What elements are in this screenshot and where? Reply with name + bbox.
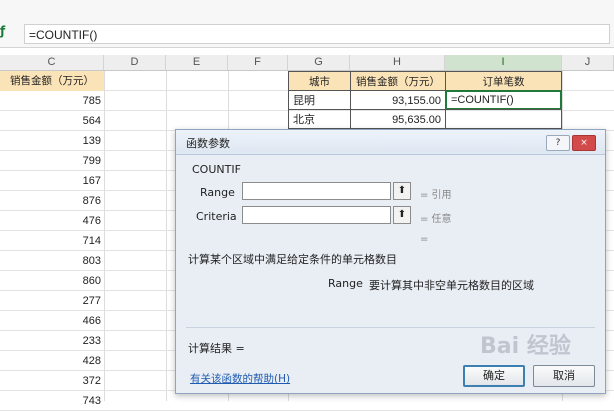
table-header-sales[interactable]: 销售金额（万元）: [350, 71, 446, 91]
criteria-input[interactable]: [242, 206, 391, 224]
range-input[interactable]: [242, 182, 391, 200]
grid-line: [104, 71, 105, 401]
arg-help-text: 要计算其中非空单元格数目的区域: [369, 279, 534, 292]
arg-label-range: Range: [200, 186, 235, 199]
function-name: COUNTIF: [192, 163, 241, 176]
column-header-c[interactable]: C: [0, 55, 104, 70]
dialog-title: 函数参数: [186, 137, 230, 150]
cell[interactable]: 139: [0, 131, 104, 151]
cell[interactable]: 860: [0, 271, 104, 291]
cell[interactable]: 714: [0, 231, 104, 251]
table-cell-city[interactable]: 北京: [288, 109, 351, 129]
column-header-f[interactable]: F: [228, 55, 288, 70]
watermark-logo: Bai 经验: [480, 334, 571, 359]
column-header-d[interactable]: D: [104, 55, 166, 70]
cell[interactable]: 799: [0, 151, 104, 171]
table-cell-city[interactable]: 昆明: [288, 90, 351, 110]
formula-input[interactable]: =COUNTIF(): [24, 24, 610, 44]
table-cell-sales[interactable]: 93,155.00: [350, 90, 446, 110]
column-header-g[interactable]: G: [288, 55, 350, 70]
cell[interactable]: 785: [0, 91, 104, 111]
arg-hint-range: = 引用: [420, 190, 452, 201]
cell[interactable]: 803: [0, 251, 104, 271]
range-picker-icon[interactable]: ⬆: [393, 182, 411, 200]
cell[interactable]: 743: [0, 391, 104, 411]
function-icon[interactable]: ƒ: [0, 24, 12, 44]
column-header-bar: C D E F G H I J: [0, 55, 614, 71]
arg-help-name: Range: [328, 277, 363, 290]
calc-result-label: 计算结果 =: [188, 342, 245, 355]
table-cell-orders[interactable]: [445, 109, 562, 129]
column-header-h[interactable]: H: [350, 55, 445, 70]
column-c-header-cell[interactable]: 销售金额（万元）: [0, 71, 104, 91]
table-header-orders[interactable]: 订单笔数: [445, 71, 562, 91]
cell[interactable]: 466: [0, 311, 104, 331]
cancel-button[interactable]: 取消: [533, 365, 595, 387]
column-header-i[interactable]: I: [445, 55, 562, 70]
column-header-e[interactable]: E: [166, 55, 228, 70]
column-header-j[interactable]: J: [562, 55, 614, 70]
table-header-city[interactable]: 城市: [288, 71, 351, 91]
arg-label-criteria: Criteria: [196, 210, 237, 223]
cell[interactable]: 564: [0, 111, 104, 131]
function-help-link[interactable]: 有关该函数的帮助(H): [190, 371, 290, 386]
cell[interactable]: 372: [0, 371, 104, 391]
help-icon[interactable]: ?: [546, 135, 570, 151]
function-description: 计算某个区域中满足给定条件的单元格数目: [188, 253, 397, 266]
cell[interactable]: 876: [0, 191, 104, 211]
range-picker-icon[interactable]: ⬆: [393, 206, 411, 224]
grid-line: [166, 71, 167, 401]
cell[interactable]: 167: [0, 171, 104, 191]
cell[interactable]: 428: [0, 351, 104, 371]
cell[interactable]: 476: [0, 211, 104, 231]
ok-button[interactable]: 确定: [463, 365, 525, 387]
active-cell[interactable]: =COUNTIF(): [445, 90, 562, 110]
cell[interactable]: 233: [0, 331, 104, 351]
table-cell-sales[interactable]: 95,635.00: [350, 109, 446, 129]
cell[interactable]: 277: [0, 291, 104, 311]
result-equals: =: [420, 234, 429, 245]
arg-hint-criteria: = 任意: [420, 214, 452, 225]
close-icon[interactable]: ×: [572, 135, 596, 151]
dialog-title-bar[interactable]: 函数参数 ? ×: [176, 130, 605, 155]
